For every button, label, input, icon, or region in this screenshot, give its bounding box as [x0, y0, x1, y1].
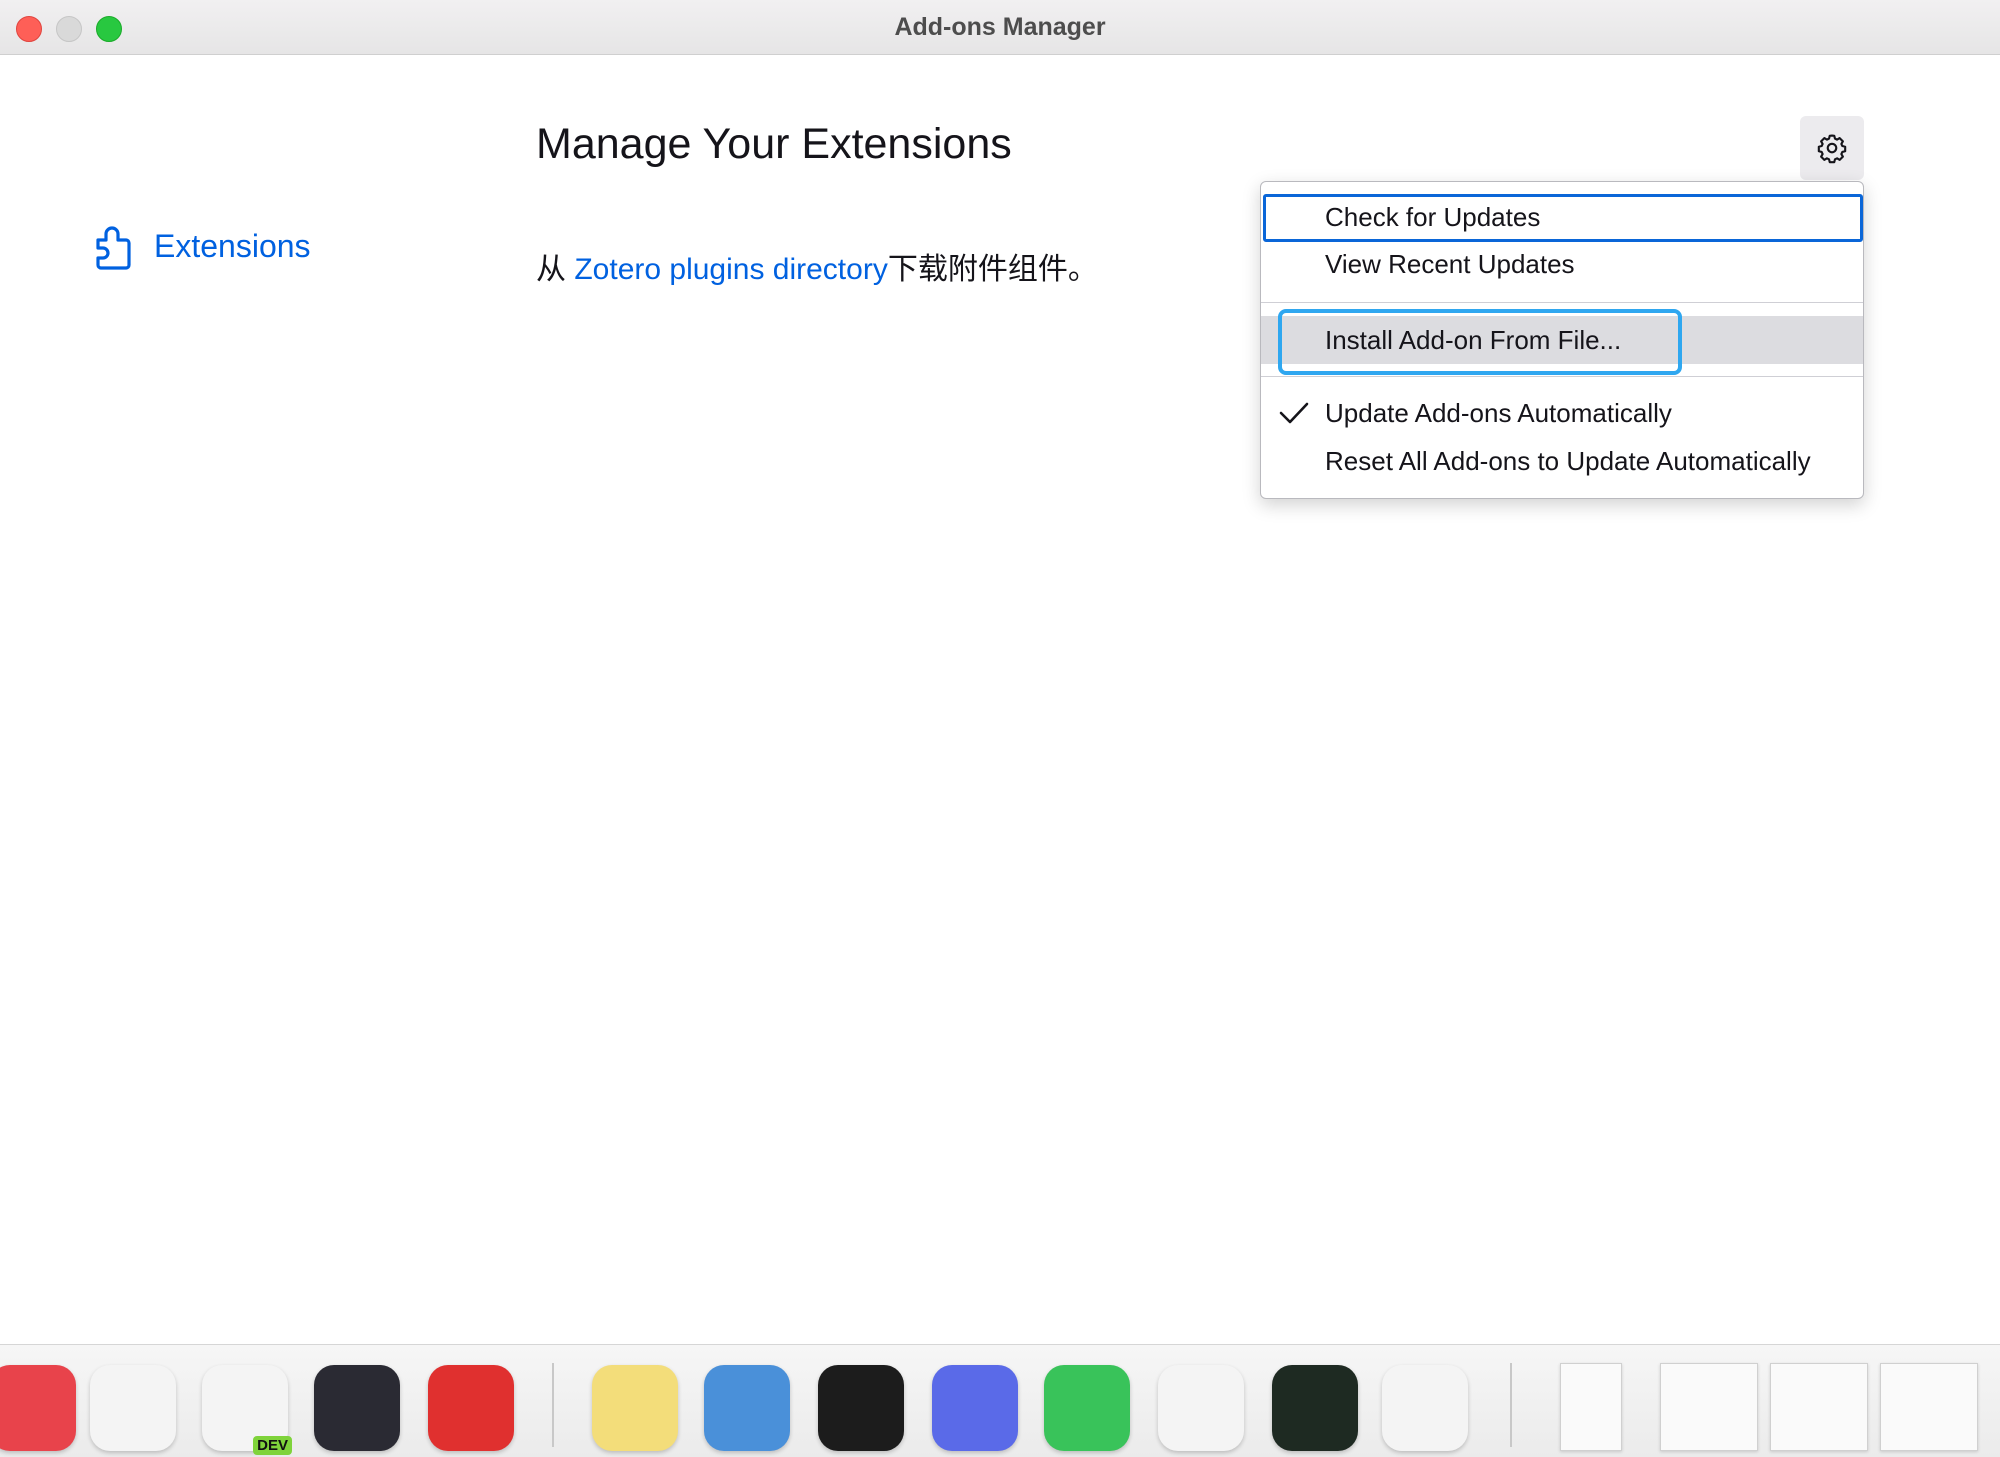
macos-dock: DEV — [0, 1344, 2000, 1457]
tools-menu-button[interactable] — [1800, 116, 1864, 180]
word-icon[interactable] — [1158, 1365, 1244, 1451]
checkmark-icon — [1279, 402, 1309, 424]
menu-item-label: View Recent Updates — [1325, 249, 1575, 279]
minimized-window-thumbnail[interactable] — [1770, 1363, 1868, 1451]
dock-separator — [1510, 1363, 1512, 1447]
menu-separator — [1261, 302, 1863, 303]
gear-icon — [1817, 134, 1847, 164]
zotero-icon[interactable] — [1382, 1365, 1468, 1451]
netease-music-icon[interactable] — [428, 1365, 514, 1451]
terminal-icon[interactable] — [818, 1365, 904, 1451]
chrome-icon[interactable] — [90, 1365, 176, 1451]
app-blue-icon[interactable] — [704, 1365, 790, 1451]
stickies-icon[interactable] — [592, 1365, 678, 1451]
menu-item-label: Check for Updates — [1325, 202, 1541, 232]
sidebar-item-extensions[interactable]: Extensions — [90, 218, 311, 274]
menu-item-label: Update Add-ons Automatically — [1325, 398, 1672, 428]
intro-text: 从 Zotero plugins directory下载附件组件。 — [536, 244, 1098, 288]
window-title: Add-ons Manager — [894, 13, 1106, 41]
minimized-window-thumbnail[interactable] — [1660, 1363, 1758, 1451]
minimized-window-thumbnail[interactable] — [1880, 1363, 1978, 1451]
tools-dropdown-menu: Check for Updates View Recent Updates In… — [1260, 181, 1864, 499]
dev-badge: DEV — [253, 1436, 292, 1455]
dock-separator — [552, 1363, 554, 1447]
menu-item-reset-update-automatically[interactable]: Reset All Add-ons to Update Automaticall… — [1261, 438, 1863, 484]
menu-item-update-automatically[interactable]: Update Add-ons Automatically — [1261, 390, 1863, 436]
activity-monitor-icon[interactable] — [1272, 1365, 1358, 1451]
app-a-icon[interactable] — [0, 1365, 76, 1451]
obsidian-icon[interactable] — [314, 1365, 400, 1451]
app-ring-icon[interactable] — [932, 1365, 1018, 1451]
menu-separator — [1261, 376, 1863, 377]
plugins-directory-link[interactable]: Zotero plugins directory — [574, 253, 887, 286]
intro-suffix: 下载附件组件。 — [887, 253, 1098, 286]
edge-dev-icon[interactable]: DEV — [202, 1365, 292, 1455]
page-title: Manage Your Extensions — [536, 120, 1012, 168]
minimized-window-thumbnail[interactable] — [1560, 1363, 1622, 1451]
menu-item-view-recent-updates[interactable]: View Recent Updates — [1261, 241, 1863, 287]
sidebar-item-label: Extensions — [154, 227, 311, 264]
menu-item-label: Reset All Add-ons to Update Automaticall… — [1325, 446, 1811, 476]
puzzle-icon — [96, 226, 131, 270]
window-titlebar: Add-ons Manager — [0, 0, 2000, 55]
intro-prefix: 从 — [536, 253, 575, 286]
menu-item-check-for-updates[interactable]: Check for Updates — [1261, 194, 1863, 242]
wechat-icon[interactable] — [1044, 1365, 1130, 1451]
highlight-ring — [1278, 309, 1682, 375]
